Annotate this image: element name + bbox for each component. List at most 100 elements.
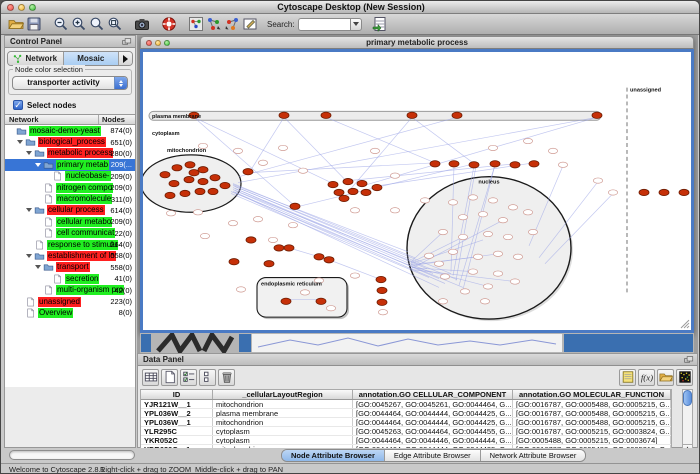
disclosure-triangle-icon[interactable] xyxy=(26,208,32,212)
node-color-dropdown[interactable]: transporter activity xyxy=(12,76,128,90)
tab-network[interactable]: Network xyxy=(8,52,64,65)
network-node-small[interactable] xyxy=(558,162,567,167)
network-node-small[interactable] xyxy=(424,253,433,258)
network-canvas[interactable]: plasma membranecytoplasmmitochondrionnuc… xyxy=(143,52,691,330)
network-node-small[interactable] xyxy=(460,289,469,294)
vizmapper-icon[interactable] xyxy=(187,15,205,33)
layout-network-a-icon[interactable] xyxy=(205,15,223,33)
network-node-small[interactable] xyxy=(448,249,457,254)
table-row[interactable]: YPL036W__1mitochondrion[GO:0044464, GO:0… xyxy=(141,418,671,427)
network-node-small[interactable] xyxy=(523,138,532,143)
function-builder-icon[interactable]: f(x) xyxy=(638,369,655,386)
network-node[interactable] xyxy=(189,170,199,176)
tree-item-multi-organism-pro[interactable]: multi-organism pro42(0) xyxy=(5,284,135,295)
zoom-out-icon[interactable] xyxy=(52,15,70,33)
import-table-icon[interactable] xyxy=(371,15,389,33)
open-folder-icon[interactable] xyxy=(7,15,25,33)
network-node[interactable] xyxy=(452,112,462,118)
network-view-window[interactable]: primary metabolic process plasma membran… xyxy=(140,36,694,333)
network-node[interactable] xyxy=(220,182,230,188)
network-node[interactable] xyxy=(361,189,371,195)
scrollbar-thumb[interactable] xyxy=(683,390,692,406)
network-node[interactable] xyxy=(372,184,382,190)
network-node[interactable] xyxy=(679,189,689,195)
network-node[interactable] xyxy=(469,162,479,168)
tree-item-cell-communicat[interactable]: cell communicat22(0) xyxy=(5,228,135,239)
network-node-small[interactable] xyxy=(468,269,477,274)
column-header[interactable]: annotation.GO MOLECULAR_FUNCTION xyxy=(513,390,671,399)
network-node-small[interactable] xyxy=(480,299,489,304)
network-node[interactable] xyxy=(316,298,326,304)
table-row[interactable]: YJR121W__1mitochondrion[GO:0045267, GO:0… xyxy=(141,400,671,409)
network-node-small[interactable] xyxy=(278,145,287,150)
table-cell[interactable]: [GO:0016787, GO:0005215, GO:0003824, G..… xyxy=(513,427,671,435)
network-node-small[interactable] xyxy=(434,261,443,266)
network-node-small[interactable] xyxy=(440,274,449,279)
table-row[interactable]: YKR052Ccytoplasm[GO:0044464, GO:0044446,… xyxy=(141,436,671,445)
tree-item-primary-metab[interactable]: primary metab209(... xyxy=(5,159,135,170)
network-node[interactable] xyxy=(184,176,194,182)
tree-item-response-to-stimulu[interactable]: response to stimulu264(0) xyxy=(5,239,135,250)
tree-column-nodes[interactable]: Nodes xyxy=(99,115,135,124)
tree-item-overview[interactable]: Overview8(0) xyxy=(5,307,135,318)
tree-item-mosaic-demo-yeast[interactable]: mosaic-demo-yeast874(0) xyxy=(5,125,135,136)
network-node[interactable] xyxy=(639,189,649,195)
network-node-small[interactable] xyxy=(258,160,267,165)
zoom-fit-icon[interactable] xyxy=(88,15,106,33)
annotation-icon[interactable] xyxy=(241,15,259,33)
table-row[interactable]: YLR295Ccytoplasm[GO:0045263, GO:0044464,… xyxy=(141,427,671,436)
search-input[interactable] xyxy=(298,18,350,31)
table-cell[interactable]: [GO:0016787, GO:0005488, GO:0005215, G..… xyxy=(513,418,671,426)
network-node-small[interactable] xyxy=(166,211,175,216)
network-node-small[interactable] xyxy=(438,229,447,234)
zoom-in-icon[interactable] xyxy=(70,15,88,33)
tab-mosaic[interactable]: Mosaic xyxy=(64,52,120,65)
tree-item-cellular-metabo[interactable]: cellular metabo209(0) xyxy=(5,216,135,227)
search-dropdown-button[interactable] xyxy=(350,18,362,31)
network-node-small[interactable] xyxy=(473,254,482,259)
minimize-button[interactable] xyxy=(18,4,25,11)
network-node-small[interactable] xyxy=(493,271,502,276)
network-node[interactable] xyxy=(592,112,602,118)
cell-id[interactable]: YLR295C xyxy=(141,427,213,435)
cell-id[interactable]: YJR121W__1 xyxy=(141,400,213,408)
table-cell[interactable]: [GO:0045263, GO:0044464, GO:0044455, G..… xyxy=(353,427,513,435)
network-node[interactable] xyxy=(160,172,170,178)
table-cell[interactable]: cytoplasm xyxy=(213,436,353,444)
network-node[interactable] xyxy=(449,161,459,167)
network-node[interactable] xyxy=(348,188,358,194)
network-node-small[interactable] xyxy=(268,237,277,242)
window-titlebar[interactable]: Cytoscape Desktop (New Session) xyxy=(1,1,700,14)
matrix-browser-icon[interactable] xyxy=(676,369,693,386)
network-node[interactable] xyxy=(180,190,190,196)
network-node-small[interactable] xyxy=(498,218,507,223)
network-node[interactable] xyxy=(407,112,417,118)
network-node-small[interactable] xyxy=(488,145,497,150)
network-edge[interactable] xyxy=(231,193,429,277)
network-node[interactable] xyxy=(339,195,349,201)
formula-notes-icon[interactable] xyxy=(619,369,636,386)
network-node-small[interactable] xyxy=(253,217,262,222)
network-node[interactable] xyxy=(321,112,331,118)
network-node[interactable] xyxy=(328,181,338,187)
network-node[interactable] xyxy=(490,161,500,167)
network-node[interactable] xyxy=(290,203,300,209)
dropdown-stepper-icon[interactable] xyxy=(114,77,127,89)
disclosure-triangle-icon[interactable] xyxy=(17,140,23,144)
tree-item-establishment-of-lo[interactable]: establishment of lo558(0) xyxy=(5,250,135,261)
table-cell[interactable]: cytoplasm xyxy=(213,427,353,435)
network-edge[interactable] xyxy=(412,117,473,163)
save-icon[interactable] xyxy=(25,15,43,33)
network-node-small[interactable] xyxy=(528,229,537,234)
network-node[interactable] xyxy=(334,189,344,195)
column-header[interactable]: ID xyxy=(141,390,213,399)
network-edge[interactable] xyxy=(284,117,346,180)
disclosure-triangle-icon[interactable] xyxy=(26,254,32,258)
network-node[interactable] xyxy=(510,162,520,168)
network-node-small[interactable] xyxy=(548,148,557,153)
tree-item-nucleobase-[interactable]: nucleobase-209(0) xyxy=(5,171,135,182)
network-node-small[interactable] xyxy=(200,233,209,238)
network-node-small[interactable] xyxy=(236,287,245,292)
tab-node-attribute-browser[interactable]: Node Attribute Browser xyxy=(282,450,385,461)
table-cell[interactable]: [GO:0044464, GO:0044444, GO:0044425, G..… xyxy=(353,409,513,417)
